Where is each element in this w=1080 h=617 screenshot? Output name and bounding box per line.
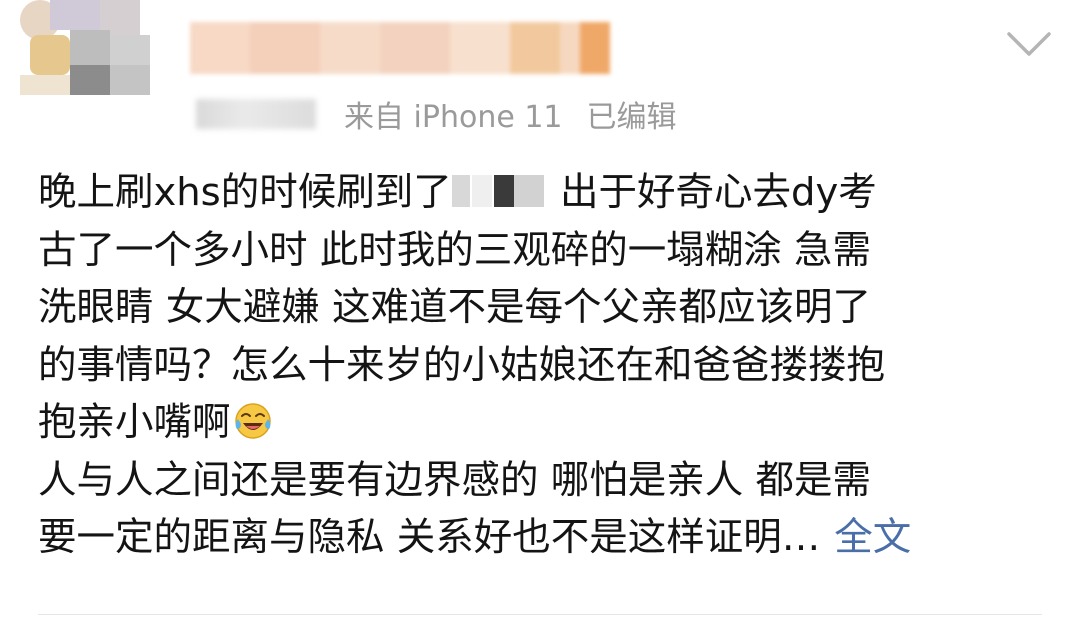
avatar[interactable] — [20, 0, 170, 95]
post-line: 的事情吗？怎么十来岁的小姑娘还在和爸爸搂搂抱 — [38, 342, 886, 388]
post-meta: 来自 iPhone 11 已编辑 — [196, 94, 677, 135]
post-line: 抱亲小嘴啊 — [38, 394, 1048, 452]
post-line: 洗眼睛 女大避嫌 这难道不是每个父亲都应该明了 — [38, 285, 871, 330]
post-body: 晚上刷xhs的时候刷到了 出于好奇心去dy考 古了一个多小时 此时我的三观碎的一… — [38, 164, 1048, 567]
post-line: 晚上刷xhs的时候刷到了 出于好奇心去dy考 — [38, 164, 1048, 222]
timestamp-blurred — [196, 99, 316, 129]
post-source: 来自 iPhone 11 — [344, 100, 563, 135]
censor-mosaic — [451, 171, 548, 209]
divider — [38, 614, 1042, 615]
chevron-down-icon[interactable] — [1005, 28, 1053, 60]
laughing-crying-emoji-icon — [234, 403, 271, 439]
expand-full-text-link[interactable]: 全文 — [834, 515, 911, 560]
username-blurred[interactable] — [190, 22, 610, 74]
post-line: 要一定的距离与隐私 关系好也不是这样证明… 全文 — [38, 509, 1048, 567]
post-text: 要一定的距离与隐私 关系好也不是这样证明… — [38, 515, 821, 560]
post-text: 抱亲小嘴啊 — [38, 400, 231, 445]
post-line: 古了一个多小时 此时我的三观碎的一塌糊涂 急需 — [38, 227, 871, 273]
edited-label: 已编辑 — [586, 100, 677, 135]
post-text: 出于好奇心去dy考 — [560, 170, 877, 215]
post-line: 人与人之间还是要有边界感的 哪怕是亲人 都是需 — [38, 457, 871, 503]
post-text: 晚上刷xhs的时候刷到了 — [38, 170, 452, 215]
